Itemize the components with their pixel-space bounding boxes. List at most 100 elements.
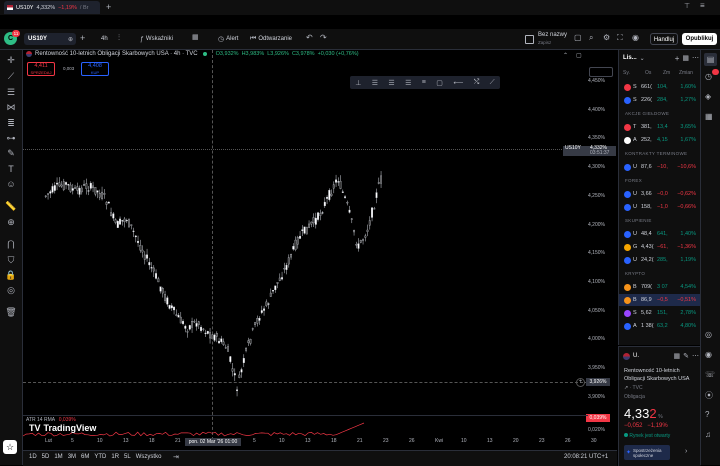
search-icon[interactable]: ⌕ xyxy=(589,33,593,43)
layout-checkbox[interactable] xyxy=(525,35,534,44)
chat-icon[interactable]: ☏ xyxy=(705,370,715,379)
watchlist-row[interactable]: A 1 38(63,2 4,80% xyxy=(619,320,701,332)
range-button[interactable]: 6M xyxy=(81,454,89,460)
watchlist-section-header[interactable]: KRYPTO xyxy=(625,271,645,276)
emoji-icon[interactable]: ☺ xyxy=(5,178,17,190)
watchlist-row[interactable]: U 24,2(285, 1,19% xyxy=(619,254,701,266)
link-icon[interactable]: ↗ xyxy=(624,385,628,391)
layers-icon[interactable]: ◈ xyxy=(705,92,711,101)
compare-icon[interactable]: ⊕ xyxy=(68,36,73,43)
tradingview-logo[interactable]: TV TradingView xyxy=(29,423,96,433)
target-icon[interactable]: ◎ xyxy=(705,330,712,339)
range-button[interactable]: 1D xyxy=(29,454,37,460)
new-tab-icon[interactable]: + xyxy=(106,2,111,12)
range-button[interactable]: Wszystko xyxy=(136,454,162,460)
col-chg[interactable]: Zm xyxy=(663,70,679,76)
watchlist-row[interactable]: T 381, 13,4 3,65% xyxy=(619,121,701,133)
range-button[interactable]: 1R xyxy=(111,454,119,460)
fullscreen-icon[interactable]: ⛶ xyxy=(617,33,623,43)
watchlist-row[interactable]: B 86,9 −0,5 −0,51% xyxy=(619,294,701,306)
brush-icon[interactable]: ✎ xyxy=(5,147,17,159)
redo-icon[interactable]: ↷ xyxy=(320,33,327,42)
browser-tab[interactable]: US10Y 4,332% −1,19% / Br xyxy=(4,1,100,14)
help-icon[interactable]: ? xyxy=(705,410,709,419)
settings-icon[interactable]: ⚙ xyxy=(603,33,610,42)
camera-icon[interactable]: ◉ xyxy=(632,33,639,42)
menu-icon[interactable]: ≡ xyxy=(700,1,705,10)
plus-icon[interactable]: + xyxy=(576,378,585,387)
layout-name[interactable]: Bez nazwy Zapisz xyxy=(538,32,567,46)
broadcast-icon[interactable]: ⦿ xyxy=(705,390,713,401)
grid-icon[interactable]: ▦ xyxy=(674,352,681,360)
watchlist-section-header[interactable]: KONTRAKTY TERMINOWE xyxy=(625,151,687,156)
watchlist-row[interactable]: U 48,4 641, 1,40% xyxy=(619,228,701,240)
ruler-icon[interactable]: 📏 xyxy=(5,200,17,212)
text-icon[interactable]: T xyxy=(5,163,17,175)
undo-icon[interactable]: ↶ xyxy=(306,33,313,42)
col-pct[interactable]: Zmian xyxy=(679,70,699,76)
trade-button[interactable]: Handluj xyxy=(650,33,678,45)
zoom-icon[interactable]: ⊕ xyxy=(5,216,17,228)
range-button[interactable]: 5L xyxy=(124,454,131,460)
interval-button[interactable]: 4h xyxy=(101,33,108,45)
lock-drawing-icon[interactable]: ⛉ xyxy=(5,254,17,266)
pattern-icon[interactable]: ⋈ xyxy=(5,101,17,113)
fib-icon[interactable]: ≣ xyxy=(5,117,17,129)
watchlist-title[interactable]: Lis... xyxy=(623,55,637,61)
add-symbol-icon[interactable]: + xyxy=(80,33,85,43)
edit-icon[interactable]: ✎ xyxy=(683,352,689,360)
watchlist-row[interactable]: G 4,43(−61, −1,36% xyxy=(619,241,701,253)
watchlist-row[interactable]: S 661(104, 1,60% xyxy=(619,81,701,93)
layout-grid-icon[interactable]: ▢ xyxy=(574,33,582,42)
range-button[interactable]: YTD xyxy=(94,454,106,460)
trash-icon[interactable]: 🗑 xyxy=(5,306,17,318)
watchlist-row[interactable]: U 87,6 −10, −10,6% xyxy=(619,161,701,173)
watchlist-row[interactable]: B 709(3 07 4,54% xyxy=(619,281,701,293)
star-icon[interactable]: ☆ xyxy=(3,440,17,454)
templates-icon[interactable]: ▦ xyxy=(192,33,199,41)
chart-pane[interactable]: Rentowność 10-letnich Obligacji Skarbowy… xyxy=(23,50,617,450)
publish-button[interactable]: Opublikuj xyxy=(682,33,717,45)
hline-icon[interactable]: ☰ xyxy=(5,86,17,98)
watchlist-row[interactable]: A 252, 4,15 1,67% xyxy=(619,134,701,146)
add-icon[interactable]: + xyxy=(675,54,680,63)
range-button[interactable]: 5D xyxy=(42,454,50,460)
watchlist-row[interactable]: U 3,66 −0,0 −0,62% xyxy=(619,188,701,200)
col-last[interactable]: Os xyxy=(645,70,663,76)
more-icon[interactable]: ⋯ xyxy=(692,352,699,360)
watchlist-row[interactable]: U 158, −1,0 −0,66% xyxy=(619,201,701,213)
x-axis[interactable]: Lut51013182124Mar5101318212326Kwi1013202… xyxy=(23,436,597,448)
watchlist-section-header[interactable]: AKCJE GIEŁDOWE xyxy=(625,111,669,116)
pin-icon[interactable]: ⊤ xyxy=(684,2,690,10)
range-button[interactable]: 1M xyxy=(54,454,62,460)
projection-icon[interactable]: ⊶ xyxy=(5,132,17,144)
candles-icon[interactable]: ⫶ xyxy=(118,33,120,43)
price-chart[interactable] xyxy=(23,50,588,415)
y-axis[interactable]: 4,450% 4,400% 4,350% 4,300% 4,250% 4,200% 4,15… xyxy=(563,50,617,440)
grid-icon[interactable]: ▦ xyxy=(682,54,689,62)
watchlist-row[interactable]: S 5,62 151, 2,78% xyxy=(619,307,701,319)
eye-icon[interactable]: ◎ xyxy=(5,284,17,296)
chevron-down-icon[interactable]: ⌄ xyxy=(640,55,645,62)
replay-button[interactable]: ⏮ Odtwarzanie xyxy=(250,33,292,45)
alert-button[interactable]: ◷ Alert xyxy=(218,33,238,45)
indicators-button[interactable]: ƒ Wskaźniki xyxy=(140,33,173,45)
trendline-icon[interactable]: ⟋ xyxy=(5,70,17,82)
more-icon[interactable]: ⋯ xyxy=(692,54,699,62)
watchlist-section-header[interactable]: FOREX xyxy=(625,178,642,183)
date-range-icon[interactable]: ⇥ xyxy=(173,453,179,461)
watchlist-row[interactable]: S 226(284, 1,27% xyxy=(619,94,701,106)
calendar-icon[interactable]: ▦ xyxy=(705,112,713,121)
lock-icon[interactable]: 🔒 xyxy=(5,269,17,281)
community-button[interactable]: ✦ Spostrzeżenia społeczne xyxy=(624,445,670,460)
detail-symbol[interactable]: U. xyxy=(633,353,639,359)
signal-icon[interactable]: ◉ xyxy=(705,350,712,359)
chevron-right-icon[interactable]: › xyxy=(685,448,687,455)
range-button[interactable]: 3M xyxy=(68,454,76,460)
crosshair-icon[interactable]: ✛ xyxy=(5,54,17,66)
watchlist-icon[interactable]: ▤ xyxy=(704,53,717,66)
magnet-icon[interactable]: ⋂ xyxy=(5,238,17,250)
symbol-search[interactable]: US10Y ⊕ xyxy=(24,33,76,45)
alerts-icon[interactable]: ◷ xyxy=(705,72,712,81)
watchlist-section-header[interactable]: SKUPIENIE xyxy=(625,218,652,223)
